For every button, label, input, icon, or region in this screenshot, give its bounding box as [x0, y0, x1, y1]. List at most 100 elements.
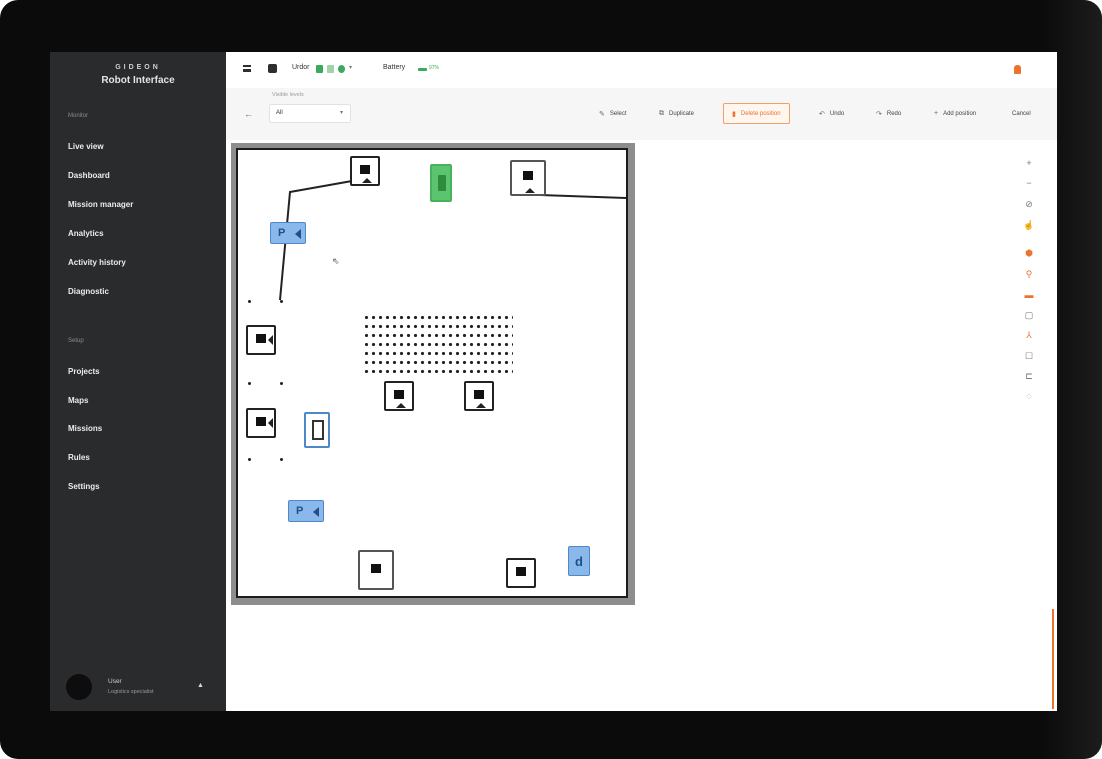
compass-icon[interactable]: ⊘: [1022, 197, 1036, 211]
map-toolbar: Visible levels ← All ▾ ✎ Select ⧉ Duplicat…: [226, 88, 1057, 140]
pin-icon[interactable]: ⚲: [1022, 267, 1036, 281]
duplicate-button[interactable]: ⧉ Duplicate: [659, 103, 694, 124]
docking-station[interactable]: [246, 408, 276, 438]
docking-station[interactable]: [506, 558, 536, 588]
area-icon[interactable]: ▬: [1022, 288, 1036, 302]
docking-station[interactable]: [464, 381, 494, 411]
station-marker: [476, 403, 486, 408]
docking-station[interactable]: [350, 156, 380, 186]
battery-icon: [438, 175, 446, 191]
parking-position[interactable]: P: [270, 222, 306, 244]
trash-icon: ▮: [732, 110, 736, 118]
station-core: [516, 567, 526, 576]
sidebar: GIDEON Robot Interface Monitor Live view…: [50, 52, 226, 711]
chevron-down-icon: ▾: [339, 110, 343, 116]
charging-station-b[interactable]: d: [568, 546, 590, 576]
sidebar-item-settings[interactable]: Settings: [68, 482, 100, 491]
station-core: [474, 390, 484, 399]
robot-marker[interactable]: [304, 412, 330, 448]
direction-arrow-icon: [313, 507, 319, 517]
station-core: [256, 334, 266, 343]
section-label-setup: Setup: [68, 338, 84, 344]
add-position-button[interactable]: + Add position: [934, 103, 976, 124]
user-name: User: [108, 678, 122, 685]
redo-button[interactable]: ↷ Redo: [876, 103, 901, 124]
notification-icon[interactable]: [1014, 65, 1021, 74]
select-button[interactable]: ✎ Select: [599, 103, 627, 124]
parking-position[interactable]: P: [288, 500, 324, 522]
layer-select[interactable]: All ▾: [269, 104, 351, 123]
sidebar-item-diagnostic[interactable]: Diagnostic: [68, 287, 109, 296]
user-menu[interactable]: User Logistics specialist ▲: [66, 674, 216, 702]
mouse-cursor-icon: ⇖: [332, 256, 340, 266]
sidebar-item-rules[interactable]: Rules: [68, 453, 90, 462]
zoom-out-icon[interactable]: −: [1022, 176, 1036, 190]
battery-level-bar: [418, 68, 427, 71]
zoom-in-icon[interactable]: +: [1022, 156, 1036, 170]
waypoint-dot: [280, 300, 283, 303]
undo-button[interactable]: ↶ Undo: [819, 103, 844, 124]
layers-icon[interactable]: ⊏: [1022, 369, 1036, 383]
waypoint-dot: [248, 382, 251, 385]
device-frame: GIDEON Robot Interface Monitor Live view…: [0, 0, 1102, 759]
hand-icon[interactable]: ☝: [1022, 218, 1036, 232]
charging-station[interactable]: [430, 164, 452, 202]
station-marker: [362, 178, 372, 183]
docking-station[interactable]: [510, 160, 546, 196]
layer-select-label: Visible levels: [272, 92, 304, 98]
sidebar-item-analytics[interactable]: Analytics: [68, 229, 104, 238]
parking-label: P: [296, 505, 304, 517]
waypoint-dot: [248, 458, 251, 461]
sidebar-item-missions[interactable]: Missions: [68, 424, 102, 433]
sidebar-item-maps[interactable]: Maps: [68, 396, 88, 405]
cancel-label: Cancel: [1012, 110, 1031, 117]
delete-position-button[interactable]: ▮ Delete position: [723, 103, 790, 124]
user-role: Logistics specialist: [108, 689, 154, 695]
map-tools-rail: + − ⊘ ☝ ⬢ ⚲ ▬ ▢ ⅄ ☐ ⊏ ◌: [1020, 156, 1038, 416]
hamburger-menu-icon[interactable]: [243, 65, 251, 72]
robot-icon[interactable]: ⅄: [1022, 328, 1036, 342]
sidebar-item-projects[interactable]: Projects: [68, 367, 100, 376]
chevron-up-icon[interactable]: ▲: [197, 682, 204, 689]
waypoint-dot: [280, 382, 283, 385]
station-marker: [525, 188, 535, 193]
sidebar-item-mission-manager[interactable]: Mission manager: [68, 200, 133, 209]
undo-label: Undo: [829, 110, 845, 117]
duplicate-label: Duplicate: [669, 110, 695, 117]
brand: GIDEON Robot Interface: [50, 64, 226, 86]
sidebar-item-dashboard[interactable]: Dashboard: [68, 171, 110, 180]
charger-b-label: d: [575, 554, 583, 569]
map-floorplan[interactable]: P ⇖ P d: [236, 148, 628, 598]
note-icon[interactable]: ☐: [1022, 349, 1036, 363]
path-lines: [279, 180, 627, 301]
section-label-monitor: Monitor: [68, 113, 89, 119]
rectangle-icon[interactable]: ▢: [1022, 308, 1036, 322]
sidebar-item-activity-history[interactable]: Activity history: [68, 258, 126, 267]
docking-station[interactable]: [358, 550, 394, 590]
redo-label: Redo: [886, 110, 902, 117]
status-indicator-icon: [338, 65, 345, 73]
brand-logo: GIDEON: [115, 64, 161, 71]
robot-icon: [268, 64, 277, 73]
docking-station[interactable]: [246, 325, 276, 355]
robot-name[interactable]: Urdor: [292, 64, 310, 71]
chevron-down-icon[interactable]: ▾: [349, 64, 352, 71]
battery-percent: 97%: [429, 65, 440, 71]
station-core: [371, 564, 381, 573]
scrollbar-accent[interactable]: [1052, 609, 1054, 709]
add-position-label: Add position: [943, 110, 977, 117]
station-marker: [268, 335, 273, 345]
map-canvas[interactable]: P ⇖ P d: [231, 143, 635, 605]
waypoint-dot: [248, 300, 251, 303]
delete-position-label: Delete position: [740, 110, 781, 117]
plus-icon: +: [934, 110, 939, 117]
cancel-button[interactable]: Cancel: [1012, 103, 1031, 124]
station-marker: [396, 403, 406, 408]
docking-station[interactable]: [384, 381, 414, 411]
sidebar-item-live-view[interactable]: Live view: [68, 142, 104, 151]
location-icon[interactable]: ⬢: [1022, 246, 1036, 260]
settings-icon[interactable]: ◌: [1022, 389, 1036, 403]
back-arrow-icon[interactable]: ←: [244, 109, 253, 119]
copy-icon: ⧉: [659, 109, 664, 117]
station-marker: [268, 418, 273, 428]
